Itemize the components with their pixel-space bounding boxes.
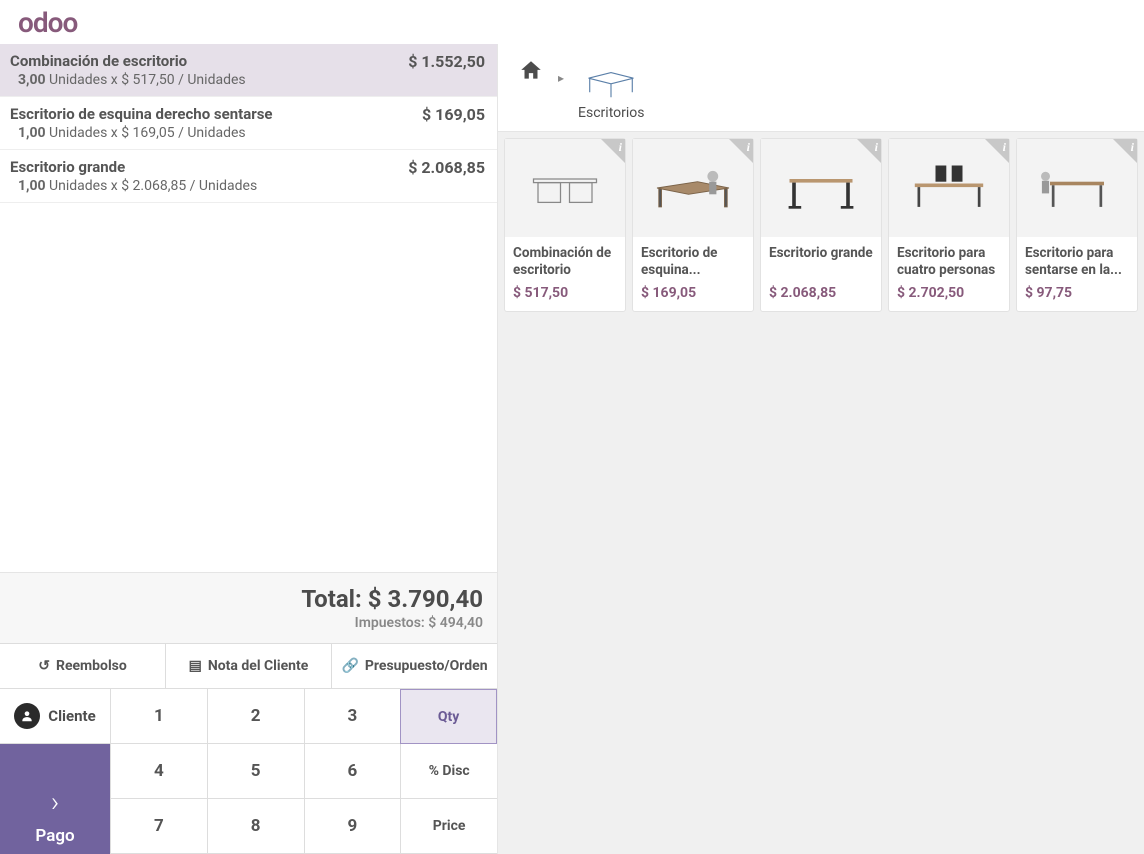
key-6[interactable]: 6 <box>304 744 401 799</box>
desk-icon <box>583 61 639 101</box>
order-line-total: $ 169,05 <box>422 105 485 124</box>
order-line-name: Escritorio grande <box>10 158 257 176</box>
key-4[interactable]: 4 <box>110 744 207 799</box>
product-info-icon[interactable]: i <box>985 139 1009 163</box>
link-icon: 🔗 <box>341 658 358 674</box>
brand-logo: odoo <box>18 6 77 39</box>
mode-price-button[interactable]: Price <box>400 799 497 854</box>
product-card[interactable]: i Escritorio para sentarse en la... $ 97… <box>1016 138 1138 312</box>
home-icon[interactable] <box>518 58 544 121</box>
refund-button[interactable]: ↺ Reembolso <box>0 644 166 688</box>
order-line-name: Escritorio de esquina derecho sentarse <box>10 105 273 123</box>
order-line[interactable]: Escritorio grande 1,00 Unidades x $ 2.06… <box>0 150 497 203</box>
tax-value: $ 494,40 <box>428 615 483 631</box>
product-info-icon[interactable]: i <box>1113 139 1137 163</box>
total-label: Total: <box>301 585 361 613</box>
pay-button[interactable]: › Pago <box>0 744 110 854</box>
key-9[interactable]: 9 <box>304 799 401 854</box>
product-price: $ 97,75 <box>1025 285 1129 301</box>
order-line-total: $ 1.552,50 <box>408 52 485 71</box>
customer-note-button[interactable]: ▤ Nota del Cliente <box>166 644 332 688</box>
quotation-button[interactable]: 🔗 Presupuesto/Orden <box>332 644 497 688</box>
mode-qty-button[interactable]: Qty <box>400 689 497 744</box>
note-icon: ▤ <box>189 658 202 674</box>
user-icon <box>14 703 40 729</box>
key-3[interactable]: 3 <box>304 689 401 744</box>
product-info-icon[interactable]: i <box>601 139 625 163</box>
tax-label: Impuestos: <box>355 615 425 631</box>
order-line-detail: 3,00 Unidades x $ 517,50 / Unidades <box>10 72 246 88</box>
category-label: Escritorios <box>578 105 644 121</box>
product-card[interactable]: i Escritorio de esquina... $ 169,05 <box>632 138 754 312</box>
product-price: $ 169,05 <box>641 285 745 301</box>
product-info-icon[interactable]: i <box>857 139 881 163</box>
totals: Total: $ 3.790,40 Impuestos: $ 494,40 <box>0 572 497 643</box>
key-1[interactable]: 1 <box>110 689 207 744</box>
product-price: $ 517,50 <box>513 285 617 301</box>
product-card[interactable]: i Escritorio para cuatro personas $ 2.70… <box>888 138 1010 312</box>
key-2[interactable]: 2 <box>207 689 304 744</box>
order-line[interactable]: Escritorio de esquina derecho sentarse 1… <box>0 97 497 150</box>
header: odoo <box>0 0 1144 44</box>
key-7[interactable]: 7 <box>110 799 207 854</box>
key-8[interactable]: 8 <box>207 799 304 854</box>
product-name: Escritorio de esquina... <box>641 245 745 279</box>
product-name: Combinación de escritorio <box>513 245 617 279</box>
key-5[interactable]: 5 <box>207 744 304 799</box>
product-card[interactable]: i Combinación de escritorio $ 517,50 <box>504 138 626 312</box>
numpad: 1 2 3 Qty 4 5 6 % Disc 7 8 9 Price <box>110 689 497 854</box>
category-breadcrumb: ▸ Escritorios <box>498 44 1144 132</box>
product-info-icon[interactable]: i <box>729 139 753 163</box>
order-line-detail: 1,00 Unidades x $ 169,05 / Unidades <box>10 125 273 141</box>
order-lines: Combinación de escritorio 3,00 Unidades … <box>0 44 497 572</box>
mode-disc-button[interactable]: % Disc <box>400 744 497 799</box>
category-desks[interactable]: Escritorios <box>578 61 644 121</box>
product-card[interactable]: i Escritorio grande $ 2.068,85 <box>760 138 882 312</box>
order-line[interactable]: Combinación de escritorio 3,00 Unidades … <box>0 44 497 97</box>
product-name: Escritorio grande <box>769 245 873 279</box>
customer-button[interactable]: Cliente <box>0 689 110 744</box>
order-line-total: $ 2.068,85 <box>408 158 485 177</box>
order-line-name: Combinación de escritorio <box>10 52 246 70</box>
product-price: $ 2.702,50 <box>897 285 1001 301</box>
order-panel: Combinación de escritorio 3,00 Unidades … <box>0 44 498 854</box>
chevron-right-icon: › <box>51 785 59 818</box>
product-name: Escritorio para cuatro personas <box>897 245 1001 279</box>
product-price: $ 2.068,85 <box>769 285 873 301</box>
total-value: $ 3.790,40 <box>368 585 483 613</box>
undo-icon: ↺ <box>38 658 50 674</box>
order-line-detail: 1,00 Unidades x $ 2.068,85 / Unidades <box>10 178 257 194</box>
product-panel: ▸ Escritorios i <box>498 44 1144 854</box>
breadcrumb-separator: ▸ <box>558 71 564 121</box>
product-grid: i Combinación de escritorio $ 517,50 i <box>498 132 1144 854</box>
product-name: Escritorio para sentarse en la... <box>1025 245 1129 279</box>
